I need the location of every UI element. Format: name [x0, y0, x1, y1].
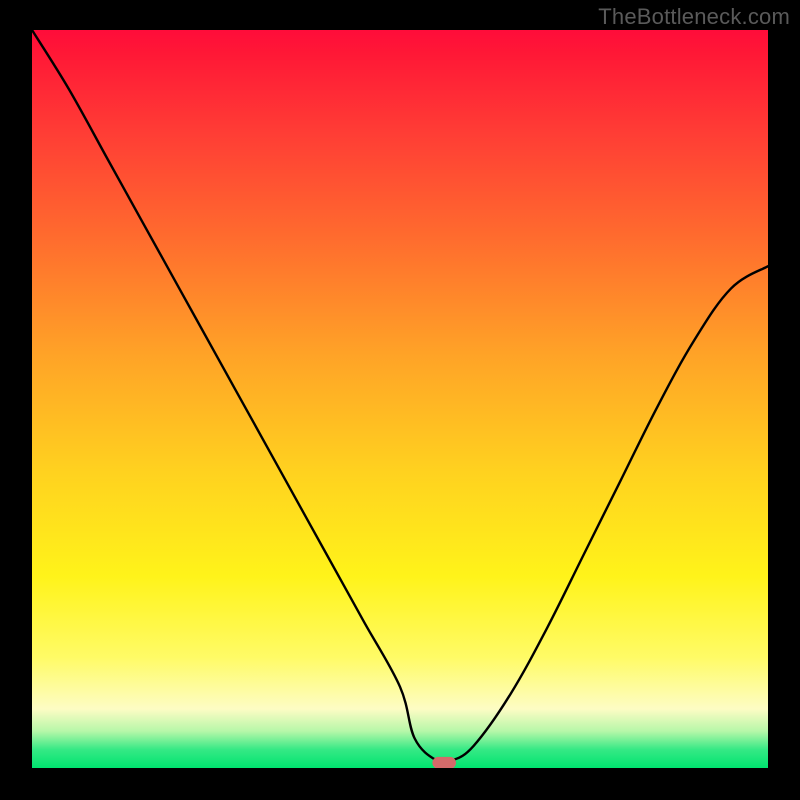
watermark-text: TheBottleneck.com [598, 4, 790, 30]
curve-layer [32, 30, 768, 768]
optimal-marker [432, 757, 456, 768]
bottleneck-curve [32, 30, 768, 763]
plot-area [32, 30, 768, 768]
chart-frame: TheBottleneck.com [0, 0, 800, 800]
